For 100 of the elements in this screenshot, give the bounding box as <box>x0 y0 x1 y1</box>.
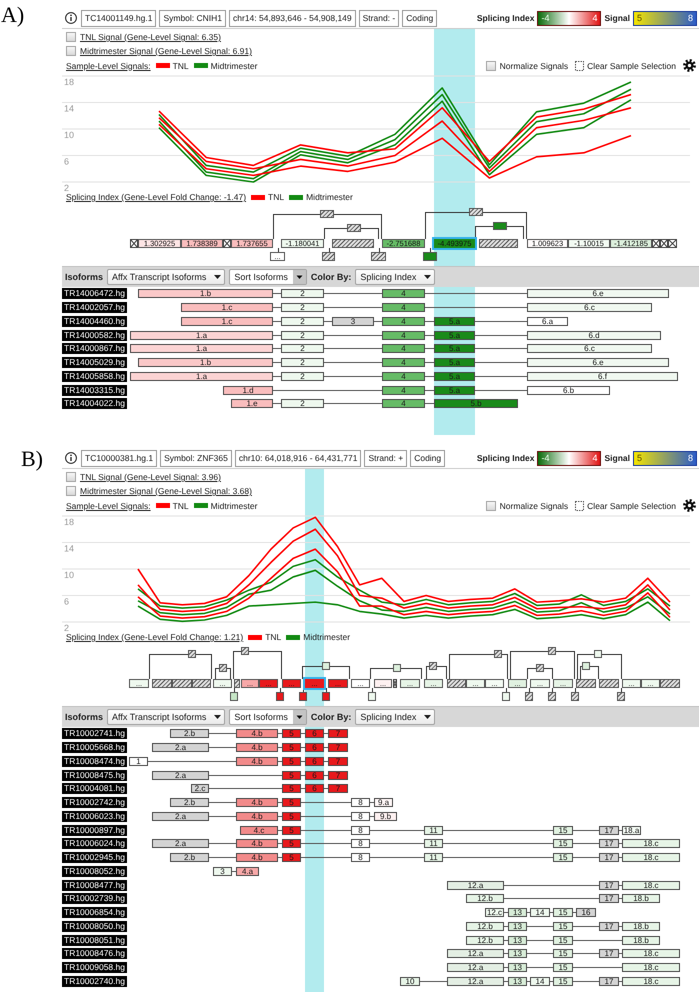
exon-block: 4.a <box>236 866 259 876</box>
settings-icon[interactable] <box>683 59 696 72</box>
legend-title-link[interactable]: Sample-Level Signals: <box>66 60 151 70</box>
gene-info-tag: chr14: 54,893,646 - 54,908,149 <box>229 10 356 26</box>
isoform-name-label[interactable]: TR14003315.hg <box>62 384 127 396</box>
checkbox[interactable] <box>486 60 496 70</box>
scale-min-label: -4 <box>541 452 550 464</box>
splice-connector <box>430 248 431 252</box>
hatched-box-icon <box>617 692 625 701</box>
checkbox[interactable] <box>66 472 76 482</box>
info-icon[interactable] <box>65 452 77 464</box>
isoform-name-label[interactable]: TR10009058.hg <box>62 962 127 974</box>
settings-icon[interactable] <box>683 499 696 512</box>
exon-block: 1.a <box>130 372 273 381</box>
exon-block: 4 <box>382 303 425 312</box>
isoform-name-label[interactable]: TR14006472.hg <box>62 288 127 300</box>
exon-block: 9.b <box>374 812 397 821</box>
exon-block: 12.b <box>466 922 504 931</box>
exon-block: 5 <box>282 812 301 821</box>
exon-block: 18.c <box>622 963 680 972</box>
exon-block: 5 <box>282 756 301 766</box>
isoform-name-label[interactable]: TR10006854.hg <box>62 907 127 918</box>
exon-block: 12.c <box>485 908 504 918</box>
exon-block: 11 <box>424 839 443 848</box>
exon-block: 4 <box>382 330 425 340</box>
dropdown[interactable]: Splicing Index <box>355 269 436 285</box>
signal-toggle-link[interactable]: Midtrimester Signal (Gene-Level Signal: 3.68) <box>80 486 252 496</box>
checkbox-label: Normalize Signals <box>500 60 568 70</box>
isoform-name-label[interactable]: TR10002739.hg <box>62 893 127 904</box>
isoform-name-label[interactable]: TR14005029.hg <box>62 357 127 368</box>
exon-block: 15 <box>553 976 573 986</box>
exon-block: 1.b <box>138 358 273 368</box>
gene-info-tag: TC14001149.hg.1 <box>81 10 156 26</box>
splice-connector <box>234 688 235 692</box>
checkbox[interactable] <box>66 486 76 496</box>
isoform-name-label[interactable]: TR10006023.hg <box>62 810 127 822</box>
toolbar-label: Isoforms <box>65 272 104 282</box>
exon-block: 5.b <box>434 399 518 408</box>
isoform-name-label[interactable]: TR14002057.hg <box>62 302 127 314</box>
isoform-name-label[interactable]: TR10006024.hg <box>62 838 127 850</box>
hatched-box-icon <box>188 650 196 658</box>
isoform-name-label[interactable]: TR10008475.hg <box>62 770 127 781</box>
scale-min-label: -4 <box>541 12 550 24</box>
exon-block: 7 <box>328 743 348 752</box>
exon-block: 12.a <box>447 880 504 890</box>
dropdown[interactable]: Splicing Index <box>355 709 436 725</box>
legend-title-link[interactable]: Splicing Index (Gene-Level Fold Change: 1.21) <box>66 632 244 642</box>
isoform-name-label[interactable]: TR10005668.hg <box>62 742 127 754</box>
signal-toggle-link[interactable]: TNL Signal (Gene-Level Signal: 3.96) <box>80 472 221 482</box>
splice-connector <box>326 688 327 692</box>
axis-tick-label: 18 <box>64 517 74 527</box>
checkbox[interactable] <box>66 46 76 56</box>
isoform-name-label[interactable]: TR10002945.hg <box>62 852 127 864</box>
exon-block: 7 <box>328 729 348 738</box>
sort-dropdown[interactable]: Sort Isoforms <box>229 709 307 725</box>
isoform-name-label[interactable]: TR10000897.hg <box>62 824 127 836</box>
sort-dropdown[interactable]: Sort Isoforms <box>229 269 307 285</box>
checkbox[interactable] <box>66 32 76 42</box>
clear-selection-button[interactable]: Clear Sample Selection <box>575 60 676 70</box>
isoform-name-label[interactable]: TR10008477.hg <box>62 880 127 891</box>
isoform-name-label[interactable]: TR14000867.hg <box>62 343 127 354</box>
isoform-name-label[interactable]: TR10008052.hg <box>62 866 127 877</box>
clear-selection-button[interactable]: Clear Sample Selection <box>575 500 676 510</box>
splice-connector <box>575 688 576 692</box>
panel-label: B) <box>21 448 43 470</box>
legend-label: Midtrimester <box>210 500 258 510</box>
exon-block: 4.b <box>236 853 278 862</box>
hatched-box-icon <box>241 647 249 655</box>
exon-block: 18.c <box>622 853 680 862</box>
isoform-name-label[interactable]: TR10002742.hg <box>62 797 127 808</box>
signal-toggle-link[interactable]: Midtrimester Signal (Gene-Level Signal: 6.91) <box>80 46 252 56</box>
isoform-name-label[interactable]: TR14005858.hg <box>62 370 127 382</box>
legend-title-link[interactable]: Splicing Index (Gene-Level Fold Change: -1.47) <box>66 192 246 202</box>
isoform-name-label[interactable]: TR14000582.hg <box>62 330 127 341</box>
isoform-name-label[interactable]: TR14004022.hg <box>62 398 127 410</box>
caret-icon <box>292 710 306 724</box>
isoform-name-label[interactable]: TR10002740.hg <box>62 976 127 987</box>
legend-label: TNL <box>265 632 282 642</box>
isoform-name-label[interactable]: TR14004460.hg <box>62 316 127 327</box>
isoform-name-label[interactable]: TR10008476.hg <box>62 948 127 960</box>
isoform-name-label[interactable]: TR10008474.hg <box>62 756 127 767</box>
signal-toggle-link[interactable]: TNL Signal (Gene-Level Signal: 6.35) <box>80 32 221 42</box>
exon-block: 14 <box>530 908 550 918</box>
legend-title-link[interactable]: Sample-Level Signals: <box>66 500 151 510</box>
isoform-name-label[interactable]: TR10008051.hg <box>62 934 127 946</box>
isoform-name-label[interactable]: TR10008050.hg <box>62 920 127 932</box>
exon-block: 15 <box>553 922 573 931</box>
dropdown[interactable]: Affx Transcript Isoforms <box>107 709 226 725</box>
exon-block: 4 <box>382 386 425 395</box>
exon-block: 1.a <box>130 330 273 340</box>
dropdown[interactable]: Affx Transcript Isoforms <box>107 269 226 285</box>
scale-max-label: 8 <box>688 12 693 24</box>
exon-block: 4.b <box>236 812 278 821</box>
isoform-name-label[interactable]: TR10002741.hg <box>62 728 127 740</box>
caret-icon <box>424 275 432 279</box>
checkbox[interactable] <box>486 500 496 510</box>
hatched-box-icon <box>320 210 334 218</box>
exon-block: 4.b <box>236 839 278 848</box>
info-icon[interactable] <box>65 12 77 24</box>
isoform-name-label[interactable]: TR10004081.hg <box>62 783 127 794</box>
